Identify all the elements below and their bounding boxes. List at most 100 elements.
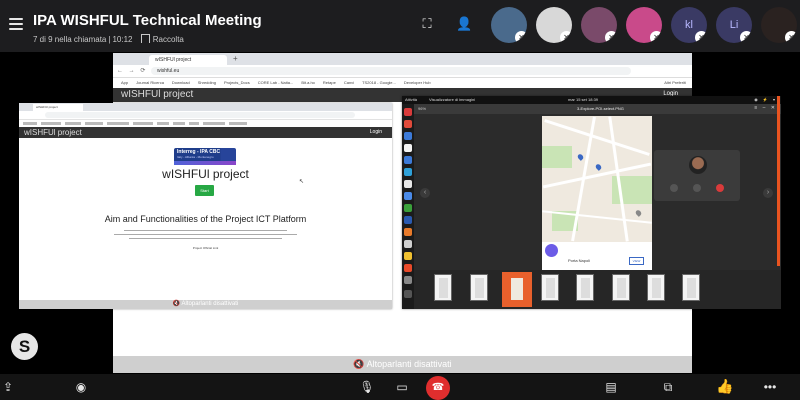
image-viewer-toolbar: 96% 3-Explore-POI-select.PNG ≡ – ✕	[414, 104, 781, 114]
url-field[interactable]: wishful.eu	[151, 67, 631, 75]
map-pin-icon	[594, 163, 603, 171]
screen-size-icon[interactable]: ⛶	[419, 16, 435, 32]
nested-speaker-notice-text: Altoparlanti disattivati	[181, 301, 239, 307]
bookmark-item[interactable]: Download	[172, 80, 190, 85]
participant-video	[689, 156, 707, 174]
bookmark-item[interactable]: Shredding	[198, 80, 216, 85]
bookmark-item[interactable]: CORE Lab - Naita...	[258, 80, 294, 85]
share-icon[interactable]: ⇪	[0, 379, 16, 395]
bookmark-item[interactable]: Bit.a.ho	[301, 80, 315, 85]
image-file-name: 3-Explore-POI-select.PNG	[577, 106, 624, 111]
map-view-button: VIEW	[629, 257, 644, 265]
hamburger-icon[interactable]	[9, 18, 23, 30]
nested-address-bar	[19, 111, 392, 120]
microphone-off-icon: ✕	[785, 31, 797, 43]
image-thumbnail	[612, 274, 630, 301]
nested-login-link: Login	[369, 129, 382, 135]
desktop-top-bar: Attività Visualizzatore di immagini mar …	[402, 96, 781, 104]
bookmark-item[interactable]: TS2018 - Google...	[362, 80, 396, 85]
switch-screen-icon[interactable]: ⧉	[660, 379, 676, 395]
gps-locate-icon	[545, 244, 558, 257]
record-icon[interactable]: ◉	[73, 379, 89, 395]
microphone-off-icon: ✕	[605, 31, 617, 43]
more-icon[interactable]: •••	[762, 379, 778, 395]
nested-bookmarks-bar	[19, 120, 392, 127]
microphone-off-icon: ✕	[515, 31, 527, 43]
collection-link[interactable]: Raccolta	[153, 35, 184, 44]
chat-icon[interactable]: ▤	[603, 379, 619, 395]
bookmark-item[interactable]: Journal Ricerca	[136, 80, 164, 85]
browser-tab[interactable]: wISHFUl project	[149, 55, 227, 65]
microphone-off-icon: ✕	[560, 31, 572, 43]
image-thumbnail	[576, 274, 594, 301]
image-thumbnail	[541, 274, 559, 301]
self-video-preview	[654, 150, 740, 201]
nested-site-brand: wISHFUl project	[24, 128, 82, 137]
avatar-3[interactable]: ✕	[581, 7, 617, 43]
image-thumbnail	[434, 274, 452, 301]
nested-url-field	[45, 112, 355, 118]
call-duration: 10:12	[112, 35, 133, 44]
bookmark-item[interactable]: Retape	[323, 80, 336, 85]
image-thumbnail	[647, 274, 665, 301]
nested-browser-tab: wISHFUl project	[33, 104, 83, 111]
nav-arrows-icon[interactable]: ← → ⟳	[117, 67, 147, 74]
mouse-cursor-icon: ↖	[299, 179, 305, 185]
avatar-kl[interactable]: kl ✕	[671, 7, 707, 43]
speaker-muted-notice: 🔇 Altoparlanti disattivati	[113, 356, 692, 373]
other-bookmarks[interactable]: Altri Preferiti	[664, 78, 686, 88]
preview-hangup-icon	[716, 184, 724, 192]
nested-speaker-notice: 🔇 Altoparlanti disattivati	[19, 300, 392, 309]
image-thumbnail-strip	[414, 270, 781, 309]
avatar-li[interactable]: Li ✕	[716, 7, 752, 43]
address-bar: ← → ⟳ wishful.eu	[113, 65, 692, 78]
new-tab-icon[interactable]: +	[233, 54, 238, 63]
microphone-off-icon: ✕	[650, 31, 662, 43]
app-name: Visualizzatore di immagini	[429, 97, 476, 102]
thumbs-up-icon[interactable]: 👍	[716, 378, 733, 395]
interreg-logo: Interreg - IPA CBC Italy - Albania - Mon…	[174, 148, 236, 165]
platform-heading: Aim and Functionalities of the Project I…	[104, 214, 307, 224]
add-person-icon[interactable]: 👤	[456, 16, 472, 32]
avatar-1[interactable]: ✕	[491, 7, 527, 43]
map-screenshot: Porta Napoli VIEW	[542, 116, 652, 270]
participants-info: 7 di 9 nella chiamata	[33, 35, 107, 44]
microphone-off-icon: ✕	[740, 31, 752, 43]
text-line	[129, 238, 282, 239]
app-dock	[402, 104, 414, 309]
site-brand[interactable]: wISHFUl project	[121, 89, 193, 100]
microphone-off-icon: ✕	[695, 31, 707, 43]
desktop-clock: mar 15 set 18:39	[568, 97, 599, 102]
bookmark-item[interactable]: Canvi	[344, 80, 354, 85]
zoom-level: 96%	[418, 106, 427, 111]
text-line	[124, 230, 287, 231]
nested-site-header: wISHFUl project Login	[19, 127, 392, 138]
next-image-icon: ›	[763, 188, 773, 198]
bookmark-item[interactable]: App	[121, 80, 128, 85]
microphone-off-icon[interactable]: 🎙	[359, 379, 375, 395]
bookmark-item[interactable]: Projects_Docs	[224, 80, 250, 85]
bookmark-item[interactable]: Developer Hub	[404, 80, 431, 85]
nested-tab-strip: wISHFUl project	[19, 103, 392, 111]
previous-image-icon: ‹	[420, 188, 430, 198]
meeting-title: IPA WISHFUL Technical Meeting	[33, 12, 262, 29]
meeting-header: IPA WISHFUL Technical Meeting 7 di 9 nel…	[0, 0, 800, 52]
avatar-4[interactable]: ✕	[626, 7, 662, 43]
skype-logo-icon: S	[11, 333, 38, 360]
image-viewer-desktop: Attività Visualizzatore di immagini mar …	[402, 96, 781, 309]
bookmark-icon	[140, 34, 150, 43]
scrollbar-accent	[777, 96, 780, 266]
avatar-2[interactable]: ✕	[536, 7, 572, 43]
bookmarks-bar: App Journal Ricerca Download Shredding Proje…	[113, 78, 692, 88]
video-off-icon[interactable]: ▭	[394, 379, 410, 395]
map-address: Porta Napoli	[568, 258, 591, 263]
preview-mic-icon	[670, 184, 678, 192]
map-info-card: Porta Napoli VIEW	[542, 242, 652, 270]
image-thumbnail-selected	[502, 272, 532, 307]
hang-up-icon[interactable]: ☎	[426, 376, 450, 400]
image-viewer-canvas: ‹ › Porta Napoli VIEW	[414, 114, 781, 270]
nested-browser-window: wISHFUl project wISHFUl project Login In…	[19, 103, 392, 309]
map-pin-icon	[576, 153, 585, 161]
avatar-7[interactable]: ✕	[761, 7, 797, 43]
speaker-notice-text: Altoparlanti disattivati	[366, 359, 452, 369]
